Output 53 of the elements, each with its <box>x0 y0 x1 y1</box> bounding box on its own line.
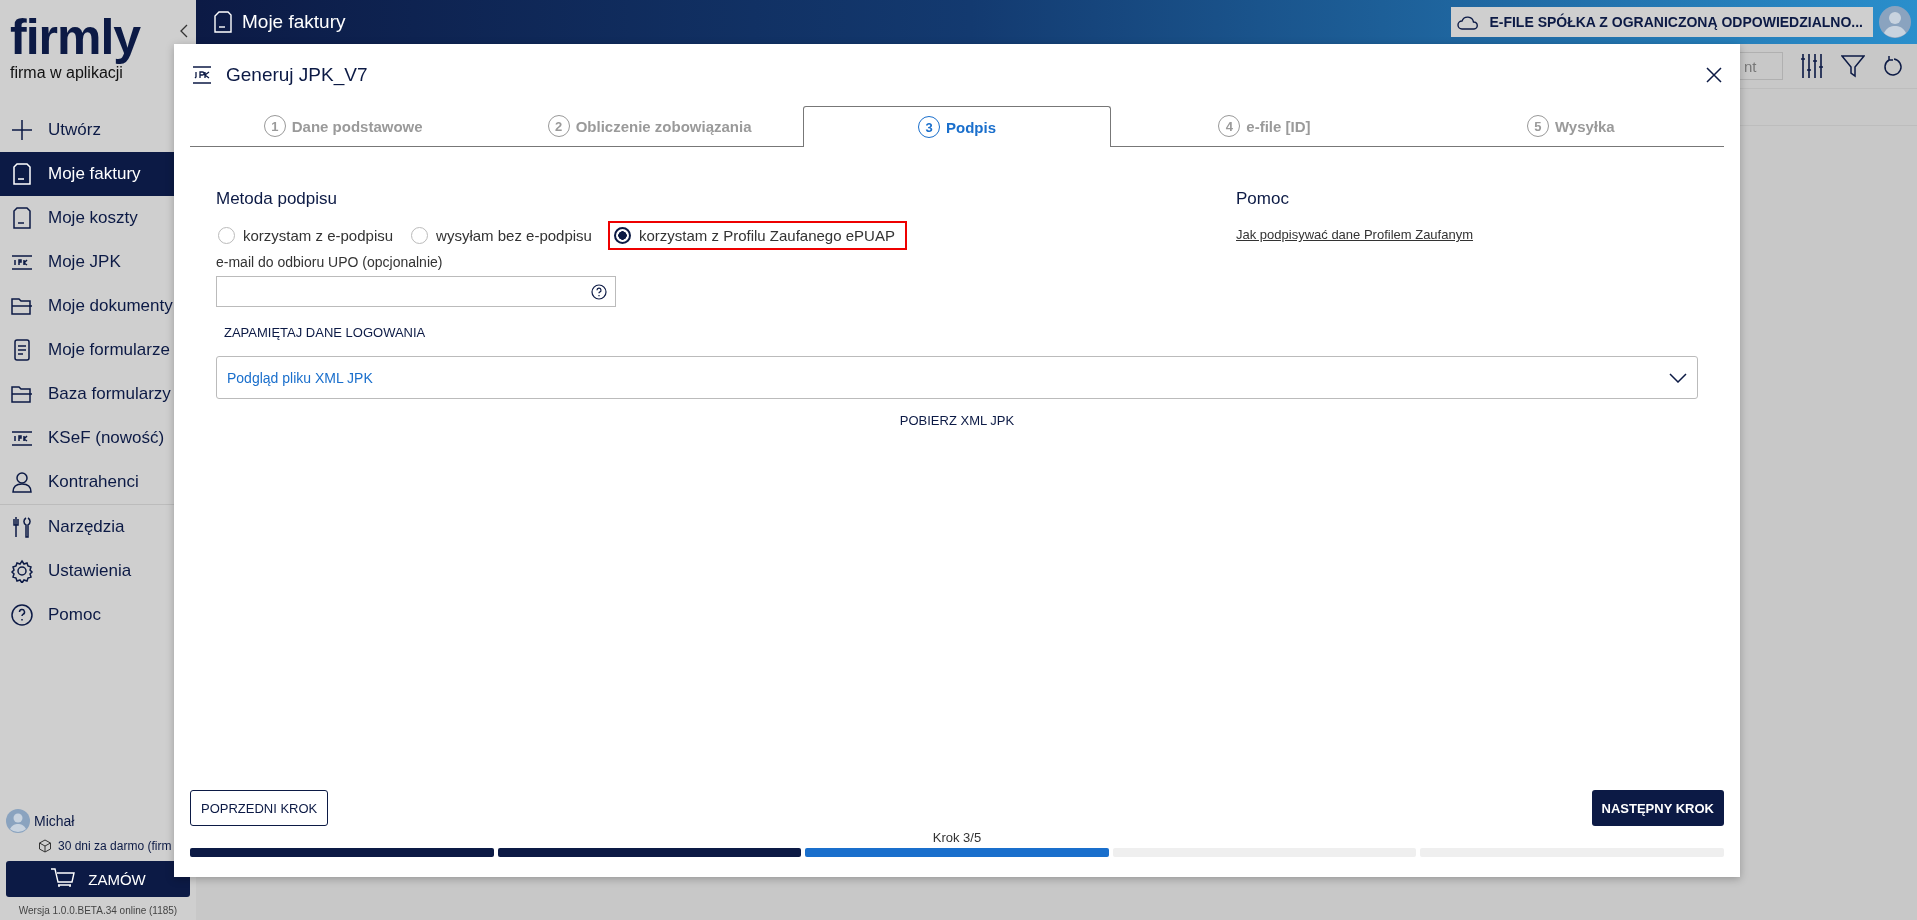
sidebar-item[interactable]: Kontrahenci <box>0 460 196 504</box>
next-button[interactable]: NASTĘPNY KROK <box>1591 790 1724 826</box>
logo: firmly <box>10 12 141 62</box>
help-icon[interactable] <box>591 283 607 300</box>
sidebar-item[interactable]: Moje JPK <box>0 240 196 284</box>
sidebar-item[interactable]: Narzędzia <box>0 505 196 549</box>
radio-option[interactable]: korzystam z Profilu Zaufanego ePUAP <box>607 221 907 250</box>
tagline: firma w aplikacji <box>10 64 124 82</box>
sidebar-item[interactable]: Baza formularzy <box>0 372 196 416</box>
chevron-left-icon[interactable] <box>180 24 188 38</box>
order-button[interactable]: ZAMÓW <box>6 861 190 897</box>
tools-icon <box>10 515 34 539</box>
help-link[interactable]: Jak podpisywać dane Profilem Zaufanym <box>1236 227 1698 242</box>
close-icon[interactable] <box>1706 67 1722 83</box>
accordion-header[interactable]: Podgląd pliku XML JPK <box>216 356 1698 399</box>
step-label: Krok 3/5 <box>931 830 983 845</box>
sidebar-item[interactable]: Moje dokumenty <box>0 284 196 328</box>
cloud-icon <box>1457 14 1480 30</box>
gear-icon <box>10 559 34 583</box>
radio-option[interactable]: wysyłam bez e-podpisu <box>409 221 600 250</box>
plan-text: 30 dni za darmo (firm <box>58 839 172 853</box>
field-label: e-mail do odbioru UPO (opcjonalnie) <box>216 254 444 270</box>
remember-button[interactable]: ZAPAMIĘTAJ DANE LOGOWANIA <box>216 319 434 346</box>
plus-icon <box>10 118 34 142</box>
version-text: Wersja 1.0.0.BETA.34 online (1185) <box>17 905 179 916</box>
chevron-icon <box>1669 372 1687 383</box>
radio-option[interactable]: korzystam z e-podpisu <box>216 221 402 250</box>
document-icon <box>10 206 34 230</box>
company-button[interactable]: E-FILE SPÓŁKA Z OGRANICZONĄ ODPOWIEDZIALNO... <box>1451 7 1873 37</box>
section-title: Metoda podpisu <box>216 189 338 210</box>
filter-icon[interactable] <box>1841 54 1865 78</box>
sidebar-item[interactable]: Moje koszty <box>0 196 196 240</box>
dialog-title: Generuj JPK_V7 <box>226 64 368 86</box>
sidebar-item[interactable]: Pomoc <box>0 593 196 637</box>
cube-icon <box>38 839 52 853</box>
user-name: Michał <box>34 813 75 829</box>
previous-button[interactable]: POPRZEDNI KROK <box>190 790 329 826</box>
email-field[interactable] <box>216 276 616 307</box>
sliders-icon[interactable] <box>1801 53 1823 79</box>
help-icon <box>10 603 34 627</box>
cart-icon <box>50 868 77 890</box>
invoice-icon <box>214 11 232 33</box>
sidebar-item[interactable]: Ustawienia <box>0 549 196 593</box>
person-icon <box>10 470 34 494</box>
sidebar-item[interactable]: KSeF (nowość) <box>0 416 196 460</box>
document-icon <box>10 162 34 186</box>
page-title: Moje faktury <box>242 11 346 33</box>
refresh-icon[interactable] <box>1883 55 1903 77</box>
sidebar-item[interactable]: Moje formularze <box>0 328 196 372</box>
jpk-icon <box>192 66 212 84</box>
step-tab[interactable]: 3 Podpis <box>802 106 1112 147</box>
section-title: Pomoc <box>1236 189 1290 210</box>
download-button[interactable]: POBIERZ XML JPK <box>891 407 1023 434</box>
